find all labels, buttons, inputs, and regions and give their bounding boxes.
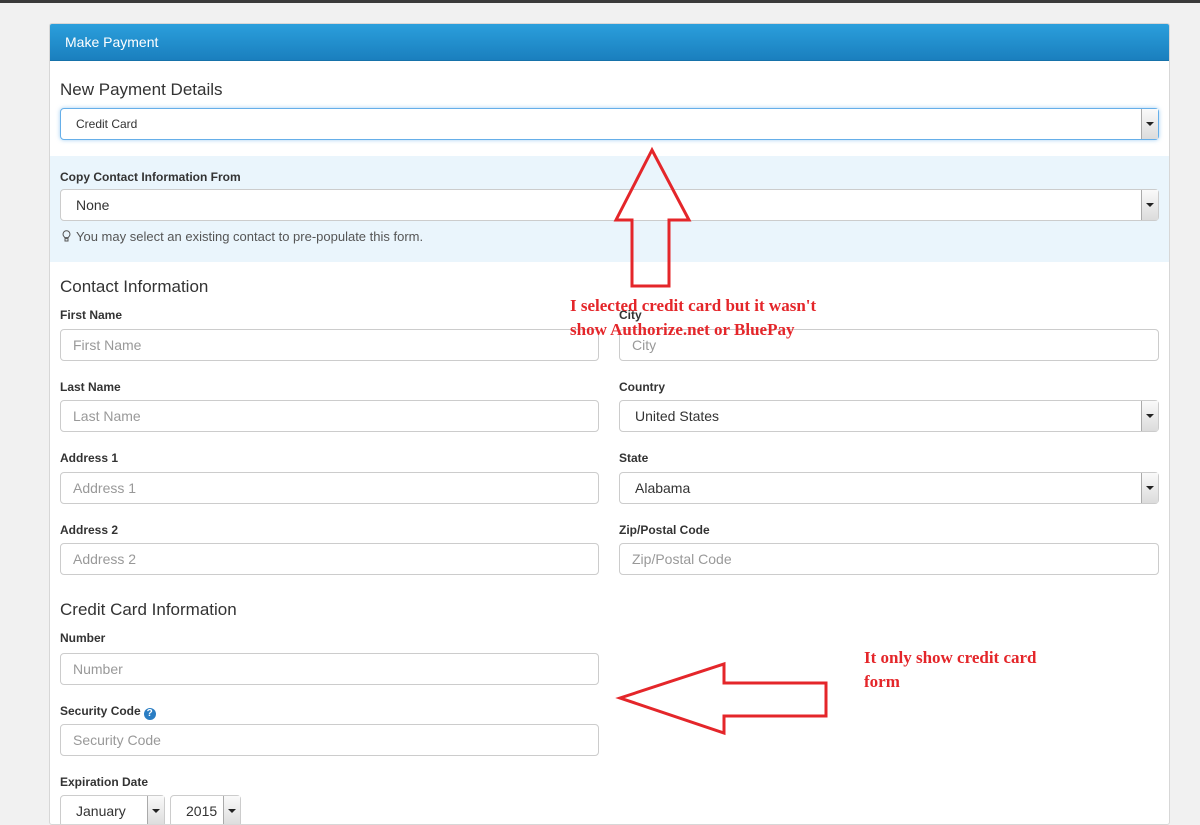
annotation-note-1-line-2: show Authorize.net or BluePay [570, 320, 795, 339]
annotation-arrow-left [615, 661, 828, 736]
annotation-note-1: I selected credit card but it wasn't sho… [570, 294, 816, 342]
annotation-note-2-line-1: It only show credit card [864, 648, 1037, 667]
annotation-note-2-line-2: form [864, 672, 900, 691]
annotation-arrow-up [613, 146, 692, 288]
annotation-note-1-line-1: I selected credit card but it wasn't [570, 296, 817, 315]
annotation-note-2: It only show credit card form [864, 646, 1037, 694]
